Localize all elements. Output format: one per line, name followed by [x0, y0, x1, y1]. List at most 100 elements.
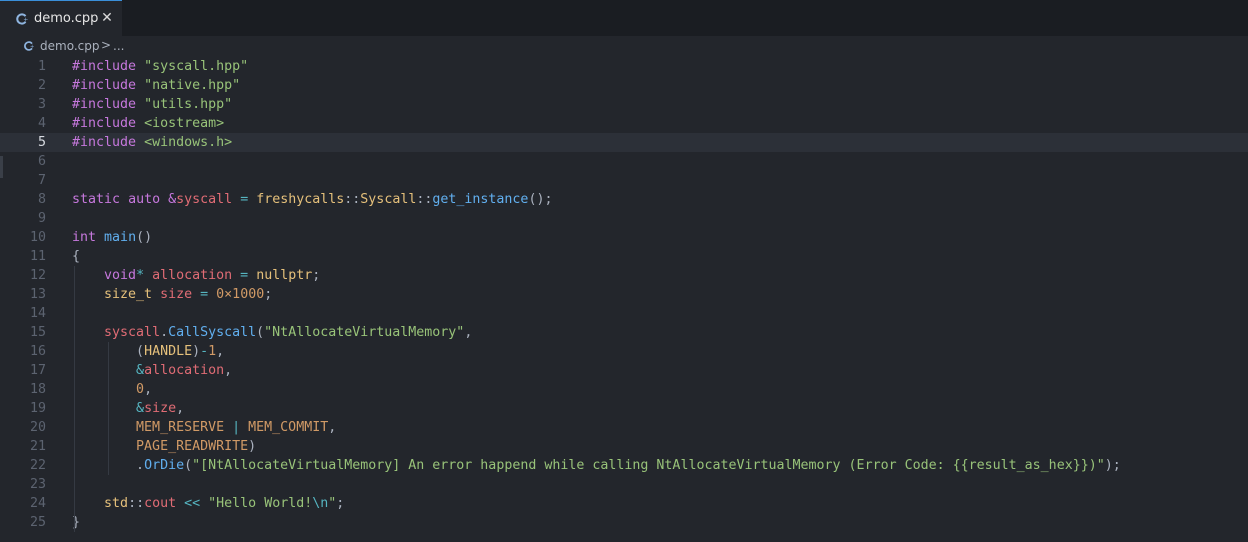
- line-number: 2: [37, 78, 46, 93]
- code-text: syscall.CallSyscall("NtAllocateVirtualMe…: [72, 323, 472, 342]
- code-token: main: [104, 230, 137, 245]
- code-line[interactable]: 7: [0, 171, 1248, 190]
- code-token: =: [240, 192, 249, 207]
- code-token: <windows.h>: [144, 135, 233, 150]
- tab-title: demo.cpp: [34, 11, 99, 26]
- code-token: ): [192, 344, 201, 359]
- chevron-right-icon: >: [101, 38, 112, 52]
- code-line[interactable]: 20 MEM_RESERVE | MEM_COMMIT,: [0, 418, 1248, 437]
- close-icon[interactable]: ✕: [98, 9, 116, 27]
- code-token: Syscall: [360, 192, 417, 207]
- code-line[interactable]: 16 (HANDLE)-1,: [0, 342, 1248, 361]
- code-line[interactable]: 15 syscall.CallSyscall("NtAllocateVirtua…: [0, 323, 1248, 342]
- code-token: ();: [528, 192, 553, 207]
- code-text: int main(): [72, 228, 152, 247]
- line-number: 23: [29, 477, 46, 492]
- code-line[interactable]: 24 std::cout << "Hello World!\n";: [0, 494, 1248, 513]
- code-token: ,: [176, 401, 185, 416]
- code-text: &size,: [72, 399, 184, 418]
- code-token: (: [184, 458, 193, 473]
- code-line[interactable]: 4 #include <iostream>: [0, 114, 1248, 133]
- indent-guide: [74, 266, 75, 532]
- line-number: 12: [29, 268, 46, 283]
- code-token: auto: [128, 192, 161, 207]
- code-text: #include "utils.hpp": [72, 95, 232, 114]
- code-line[interactable]: 23: [0, 475, 1248, 494]
- breadcrumb-file[interactable]: demo.cpp: [40, 38, 99, 54]
- code-token: #include: [72, 97, 137, 112]
- code-token: {: [72, 249, 81, 264]
- code-line[interactable]: 5 #include <windows.h>: [0, 133, 1248, 152]
- code-token: void: [104, 268, 137, 283]
- code-token: ::: [128, 496, 145, 511]
- code-line[interactable]: 22 .OrDie("[NtAllocateVirtualMemory] An …: [0, 456, 1248, 475]
- code-token: ,: [224, 363, 233, 378]
- code-token: get_instance: [432, 192, 529, 207]
- breadcrumb-symbols[interactable]: ...: [113, 38, 124, 54]
- code-line[interactable]: 10 int main(): [0, 228, 1248, 247]
- code-editor[interactable]: 1 #include "syscall.hpp" 2 #include "native…: [0, 56, 1248, 542]
- code-token: -: [200, 344, 209, 359]
- code-token: ,: [464, 325, 473, 340]
- line-number: 1: [37, 59, 46, 74]
- code-token: MEM_RESERVE: [136, 420, 225, 435]
- code-token: &: [168, 192, 177, 207]
- line-number: 13: [29, 287, 46, 302]
- code-line[interactable]: 14: [0, 304, 1248, 323]
- code-text: PAGE_READWRITE): [72, 437, 256, 456]
- code-line[interactable]: 2 #include "native.hpp": [0, 76, 1248, 95]
- code-token: size: [160, 287, 193, 302]
- code-line[interactable]: 3 #include "utils.hpp": [0, 95, 1248, 114]
- code-line[interactable]: 13 size_t size = 0×1000;: [0, 285, 1248, 304]
- code-line[interactable]: 9: [0, 209, 1248, 228]
- code-text: #include <iostream>: [72, 114, 224, 133]
- code-line[interactable]: 12 void* allocation = nullptr;: [0, 266, 1248, 285]
- code-token: 0×1000: [216, 287, 265, 302]
- code-text: 0,: [72, 380, 152, 399]
- code-token: HANDLE: [144, 344, 193, 359]
- code-text: #include "syscall.hpp": [72, 57, 248, 76]
- code-line[interactable]: 17 &allocation,: [0, 361, 1248, 380]
- code-token: ;: [336, 496, 345, 511]
- line-number: 11: [29, 249, 46, 264]
- code-line[interactable]: 21 PAGE_READWRITE): [0, 437, 1248, 456]
- code-token: "utils.hpp": [144, 97, 233, 112]
- code-line[interactable]: 11 {: [0, 247, 1248, 266]
- code-token: allocation: [144, 363, 225, 378]
- code-token: *: [136, 268, 145, 283]
- code-line[interactable]: 25}: [0, 513, 1248, 532]
- code-token: size_t: [104, 287, 153, 302]
- code-token: "[NtAllocateVirtualMemory] An error happ…: [192, 458, 1105, 473]
- code-token: |: [232, 420, 241, 435]
- code-line[interactable]: 8 static auto &syscall = freshycalls::Sys…: [0, 190, 1248, 209]
- code-line[interactable]: 1 #include "syscall.hpp": [0, 57, 1248, 76]
- code-token: syscall: [104, 325, 161, 340]
- line-number: 5: [37, 135, 46, 150]
- code-text: std::cout << "Hello World!\n";: [72, 494, 344, 513]
- line-number: 14: [29, 306, 46, 321]
- code-token: allocation: [152, 268, 233, 283]
- breadcrumb: + demo.cpp > ...: [0, 36, 1248, 56]
- code-line[interactable]: 6: [0, 152, 1248, 171]
- code-token: 1: [208, 344, 217, 359]
- code-line[interactable]: 19 &size,: [0, 399, 1248, 418]
- line-number: 7: [37, 173, 46, 188]
- tab-demo-cpp[interactable]: + demo.cpp ✕: [0, 0, 122, 36]
- code-line[interactable]: 18 0,: [0, 380, 1248, 399]
- line-number: 20: [29, 420, 46, 435]
- code-token: #include: [72, 116, 137, 131]
- code-text: #include "native.hpp": [72, 76, 240, 95]
